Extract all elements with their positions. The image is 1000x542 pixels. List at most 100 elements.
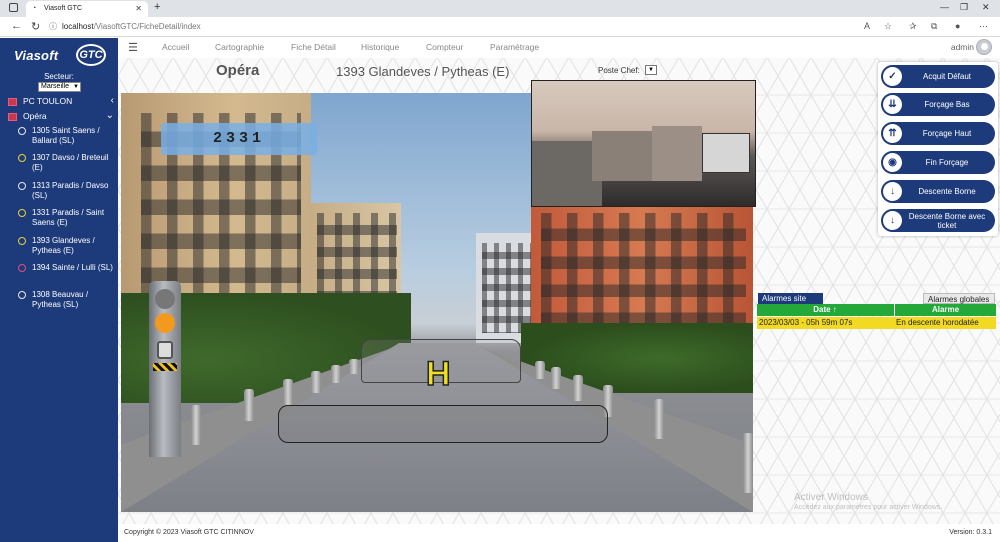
- reload-icon[interactable]: ↻: [31, 20, 40, 33]
- check-icon: ✓: [883, 67, 902, 86]
- camera-feed[interactable]: [531, 80, 756, 207]
- poste-chef-label: Poste Chef:: [598, 66, 640, 75]
- arrow-down-icon: ↓: [883, 182, 902, 201]
- traffic-group-icon: [8, 98, 17, 106]
- profile-icon[interactable]: ●: [955, 21, 960, 31]
- browser-tabbar: ◔ Viasoft GTC ✕ + — ❐ ✕: [0, 0, 1000, 17]
- site-label: 1305 Saint Saens / Ballard (SL): [32, 126, 100, 145]
- minimize-icon[interactable]: —: [940, 2, 949, 12]
- group-opera[interactable]: Opéra ⌄: [8, 110, 116, 123]
- descente-borne-ticket-button[interactable]: ↓ Descente Borne avec ticket: [881, 209, 995, 232]
- bollard: [535, 361, 545, 379]
- info-icon[interactable]: ⓘ: [49, 21, 57, 32]
- favorites-icon[interactable]: ✰: [909, 21, 917, 32]
- traffic-light-borne[interactable]: [149, 281, 181, 457]
- bollard: [331, 365, 341, 383]
- url-path: /ViasoftGTC/FicheDetail/index: [93, 22, 201, 31]
- alarm-date: 2023/03/03 - 05h 59m 07s: [759, 318, 853, 327]
- double-arrow-down-icon: ⇊: [883, 95, 902, 114]
- bollard: [654, 399, 664, 439]
- nav-link-historique[interactable]: Historique: [361, 42, 399, 52]
- site-favicon-icon: ◔: [32, 5, 37, 12]
- tab-title: Viasoft GTC: [44, 5, 82, 12]
- site-code-box: 2331: [161, 123, 317, 155]
- close-window-icon[interactable]: ✕: [982, 2, 990, 13]
- nav-link-fiche-detail[interactable]: Fiche Détail: [291, 42, 336, 52]
- camera-scene-truck: [702, 133, 750, 173]
- hazard-stripe: [153, 363, 177, 371]
- nav-link-cartographie[interactable]: Cartographie: [215, 42, 264, 52]
- logo-badge: GTC: [76, 44, 106, 66]
- url-field[interactable]: localhost/ViasoftGTC/FicheDetail/index: [62, 22, 201, 31]
- alarm-table-header: Date ↑ Alarme: [757, 304, 996, 316]
- action-panel: ✓ Acquit Défaut ⇊ Forçage Bas ⇈ Forçage …: [878, 62, 998, 236]
- button-label: Descente Borne avec ticket: [908, 211, 986, 230]
- avatar[interactable]: [976, 39, 992, 55]
- acquit-defaut-button[interactable]: ✓ Acquit Défaut: [881, 65, 995, 88]
- poste-chef-select[interactable]: ▼: [645, 65, 657, 75]
- footer: Copyright © 2023 Viasoft GTC CITINNOV Ve…: [118, 524, 1000, 542]
- tab-alarmes-site[interactable]: Alarmes site: [758, 293, 823, 304]
- button-label: Forçage Bas: [924, 100, 970, 109]
- restore-icon[interactable]: ❐: [960, 2, 968, 13]
- bollard: [283, 379, 293, 405]
- read-aloud-icon[interactable]: A: [864, 21, 870, 31]
- top-nav: ☰ Accueil Cartographie Fiche Détail Hist…: [118, 38, 1000, 58]
- page-subtitle: 1393 Glandeves / Pytheas (E): [336, 64, 510, 79]
- status-dot-icon: [18, 264, 26, 272]
- site-label: 1313 Paradis / Davso (SL): [32, 181, 109, 200]
- light-off-icon: [155, 289, 175, 309]
- stop-icon: ◉: [883, 153, 902, 172]
- nav-link-compteur[interactable]: Compteur: [426, 42, 463, 52]
- hamburger-menu-icon[interactable]: ☰: [128, 41, 138, 54]
- more-icon[interactable]: ⋯: [979, 21, 988, 32]
- window-menu-icon[interactable]: [9, 3, 18, 12]
- nav-link-accueil[interactable]: Accueil: [162, 42, 189, 52]
- fin-forcage-button[interactable]: ◉ Fin Forçage: [881, 151, 995, 174]
- status-dot-icon: [18, 209, 26, 217]
- chevron-down-icon: ▼: [73, 84, 79, 90]
- traffic-group-icon: [8, 113, 17, 121]
- new-tab-icon[interactable]: +: [154, 1, 160, 13]
- browser-tab[interactable]: ◔ Viasoft GTC ✕: [26, 1, 148, 17]
- logo-text: Viasoft: [14, 48, 59, 63]
- version: Version: 0.3.1: [949, 529, 992, 536]
- camera-scene-building: [592, 131, 652, 181]
- group-pc-toulon[interactable]: PC TOULON ‹: [8, 95, 116, 108]
- browser-addressbar: ← ↻ ⓘ localhost/ViasoftGTC/FicheDetail/i…: [0, 17, 1000, 37]
- sidebar: Viasoft GTC Secteur: Marseille ▼ PC TOUL…: [0, 38, 118, 542]
- copyright: Copyright © 2023 Viasoft GTC CITINNOV: [124, 529, 254, 536]
- bollard: [311, 371, 321, 393]
- status-dot-icon: [18, 154, 26, 162]
- forcage-bas-button[interactable]: ⇊ Forçage Bas: [881, 93, 995, 116]
- button-label: Forçage Haut: [922, 129, 972, 138]
- secteur-select[interactable]: Marseille ▼: [38, 82, 81, 92]
- user-name[interactable]: admin: [951, 42, 974, 52]
- site-label: 1307 Davso / Breteuil (E): [32, 153, 109, 172]
- column-alarm[interactable]: Alarme: [894, 304, 996, 316]
- back-icon[interactable]: ←: [11, 20, 22, 32]
- lock-icon: [157, 341, 173, 359]
- forcage-haut-button[interactable]: ⇈ Forçage Haut: [881, 122, 995, 145]
- favorite-add-icon[interactable]: ☆: [884, 21, 892, 32]
- secteur-value: Marseille: [41, 83, 70, 90]
- close-tab-icon[interactable]: ✕: [135, 4, 142, 13]
- status-dot-icon: [18, 291, 26, 299]
- chevron-down-icon: ⌄: [105, 110, 114, 121]
- collections-icon[interactable]: ⧉: [931, 21, 937, 32]
- column-date[interactable]: Date ↑: [757, 304, 893, 316]
- status-dot-icon: [18, 127, 26, 135]
- bollard: [551, 367, 561, 389]
- descente-borne-button[interactable]: ↓ Descente Borne: [881, 180, 995, 203]
- site-label: 1331 Paradis / Saint Saens (E): [32, 208, 105, 227]
- light-orange-icon: [155, 313, 175, 333]
- nav-link-parametrage[interactable]: Paramétrage: [490, 42, 539, 52]
- group-label: PC TOULON: [23, 96, 73, 106]
- detection-zone-near[interactable]: [278, 405, 608, 443]
- group-label: Opéra: [23, 111, 47, 121]
- tab-alarmes-globales[interactable]: Alarmes globales: [923, 293, 995, 304]
- alarm-text: En descente horodatée: [896, 318, 979, 327]
- table-row[interactable]: 2023/03/03 - 05h 59m 07s En descente hor…: [757, 317, 996, 329]
- url-host: localhost: [62, 22, 94, 31]
- app-logo[interactable]: Viasoft GTC: [14, 44, 106, 68]
